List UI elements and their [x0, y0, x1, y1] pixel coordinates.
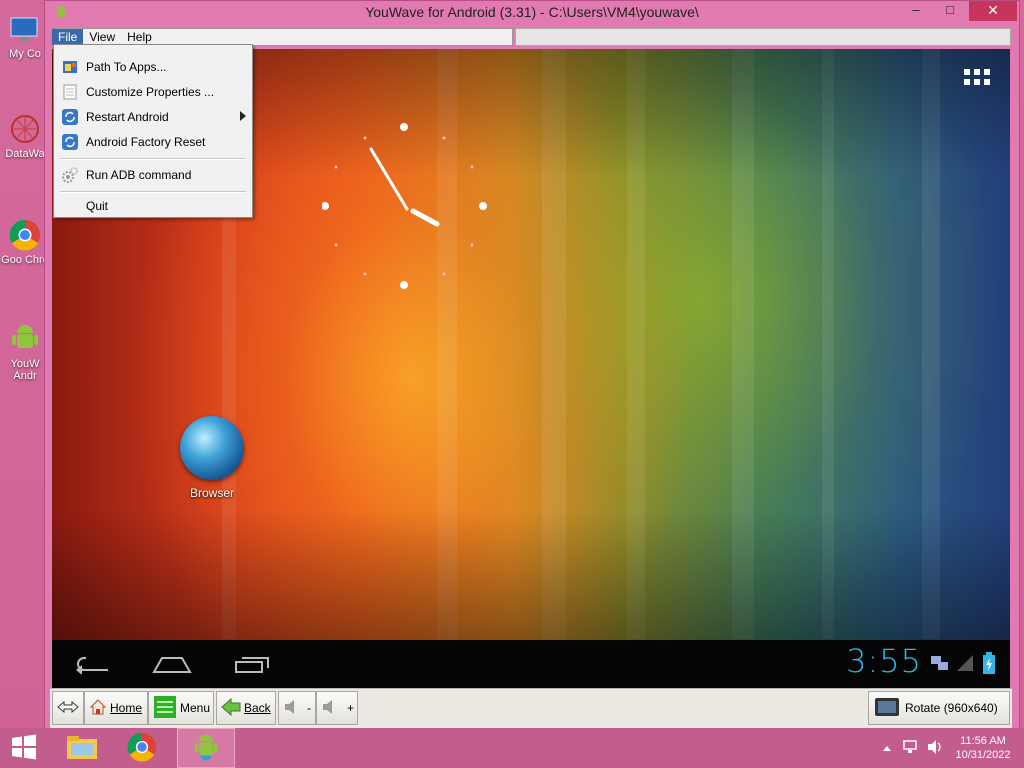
gear-icon: [60, 167, 80, 183]
menu-item-run-adb[interactable]: Run ADB command: [56, 163, 250, 187]
tray-time: 11:56 AM: [960, 735, 1006, 747]
taskbar-chrome[interactable]: [120, 728, 164, 768]
back-arrow-icon: [221, 697, 241, 719]
volume-up-button[interactable]: +: [316, 691, 358, 725]
menu-button[interactable]: Menu: [148, 691, 214, 725]
status-clock: 3:55: [846, 642, 922, 680]
menu-help-label: Help: [127, 30, 152, 44]
taskbar-file-explorer[interactable]: [60, 728, 104, 768]
title-bar[interactable]: YouWave for Android (3.31) - C:\Users\VM…: [45, 1, 1019, 25]
minimize-button[interactable]: –: [899, 1, 933, 21]
menu-help[interactable]: Help: [121, 29, 158, 45]
menu-separator: [60, 158, 246, 160]
youwave-android-icon: [191, 731, 221, 766]
volume-down-label: -: [307, 701, 311, 715]
submenu-arrow-icon: [240, 111, 246, 121]
battery-icon: [982, 652, 996, 677]
all-apps-icon[interactable]: [964, 69, 990, 85]
menu-item-factory-reset[interactable]: Android Factory Reset: [56, 130, 250, 154]
menu-item-label: Restart Android: [86, 110, 169, 124]
menu-item-label: Android Factory Reset: [86, 135, 206, 149]
menu-separator: [60, 191, 246, 193]
system-tray: 11:56 AM 10/31/2022: [882, 728, 1014, 768]
desktop-icon-datawave[interactable]: DataWa: [0, 112, 50, 160]
start-button[interactable]: [4, 728, 44, 768]
menu-view[interactable]: View: [83, 29, 121, 45]
network-tray-icon[interactable]: [902, 739, 918, 758]
rotate-device-icon: [873, 694, 901, 723]
menu-item-quit[interactable]: Quit: [56, 194, 250, 218]
volume-down-button[interactable]: -: [278, 691, 316, 725]
close-button[interactable]: ✕: [969, 1, 1017, 21]
tray-date: 10/31/2022: [955, 749, 1011, 761]
window-title: YouWave for Android (3.31) - C:\Users\VM…: [365, 4, 699, 20]
chrome-icon: [8, 218, 42, 252]
datawave-icon: [8, 112, 42, 146]
menu-item-path-to-apps[interactable]: Path To Apps...: [56, 55, 250, 79]
speaker-icon: [321, 698, 339, 719]
signal-icon: [956, 654, 974, 675]
properties-icon: [60, 84, 80, 100]
rotate-button[interactable]: Rotate (960x640): [868, 691, 1010, 725]
menu-file-label: File: [58, 30, 78, 44]
menu-view-label: View: [89, 30, 116, 44]
nav-back-icon[interactable]: [74, 654, 110, 677]
tray-expand-icon[interactable]: [882, 741, 892, 755]
menu-button-label: Menu: [180, 701, 211, 715]
desktop-icon-label: DataWa: [5, 148, 45, 160]
chrome-icon: [126, 731, 158, 766]
toggle-size-button[interactable]: [52, 691, 84, 725]
menu-file[interactable]: File: [52, 29, 84, 45]
menu-item-restart-android[interactable]: Restart Android: [56, 105, 250, 129]
menu-lines-icon: [153, 695, 177, 722]
home-icon: [89, 698, 107, 719]
folder-path-icon: [60, 59, 80, 75]
browser-shortcut-label: Browser: [189, 486, 234, 500]
taskbar: 11:56 AM 10/31/2022: [0, 728, 1024, 768]
refresh-icon: [60, 134, 80, 150]
desktop-icon-my-computer[interactable]: My Co: [0, 12, 50, 60]
analog-clock-widget[interactable]: [321, 119, 492, 289]
menu-item-label: Customize Properties ...: [86, 85, 215, 99]
desktop-icon-label: Goo Chro: [1, 254, 49, 266]
back-button-label: Back: [244, 701, 271, 715]
emulator-toolbar: Home Menu Back - + Rotate (960x640): [50, 688, 1012, 729]
menu-bar-filler: [515, 28, 1011, 46]
file-dropdown-menu: Path To Apps... Customize Properties ...…: [53, 44, 253, 218]
maximize-button[interactable]: □: [933, 1, 967, 21]
menu-item-label: Path To Apps...: [86, 60, 167, 74]
tray-clock[interactable]: 11:56 AM 10/31/2022: [952, 734, 1014, 762]
back-button[interactable]: Back: [216, 691, 276, 725]
folder-icon: [66, 733, 98, 764]
refresh-icon: [60, 109, 80, 125]
volume-tray-icon[interactable]: [926, 739, 944, 758]
android-nav-bar: 3:55: [52, 640, 1010, 688]
volume-up-label: +: [347, 701, 355, 715]
browser-globe-icon: [180, 416, 244, 480]
nav-recents-icon[interactable]: [234, 654, 270, 677]
desktop-icon-chrome[interactable]: Goo Chro: [0, 218, 50, 266]
home-button-label: Home: [110, 701, 143, 715]
rotate-button-label: Rotate (960x640): [905, 701, 998, 715]
windows-logo-icon: [11, 734, 37, 763]
nav-home-icon[interactable]: [152, 654, 192, 677]
computer-icon: [8, 12, 42, 46]
double-arrow-icon: [57, 700, 79, 716]
taskbar-youwave[interactable]: [177, 728, 235, 768]
browser-shortcut[interactable]: Browser: [177, 416, 247, 500]
menu-item-label: Run ADB command: [86, 168, 192, 182]
menu-item-label: Quit: [86, 199, 109, 213]
network-icon: [930, 654, 950, 675]
menu-item-customize-properties[interactable]: Customize Properties ...: [56, 80, 250, 104]
speaker-icon: [283, 698, 301, 719]
desktop-icon-label: My Co: [9, 48, 41, 60]
desktop-icon-label: YouW Andr: [10, 358, 40, 382]
home-button[interactable]: Home: [84, 691, 148, 725]
desktop-icon-youwave[interactable]: YouW Andr: [0, 322, 50, 382]
youwave-android-icon: [8, 322, 42, 356]
